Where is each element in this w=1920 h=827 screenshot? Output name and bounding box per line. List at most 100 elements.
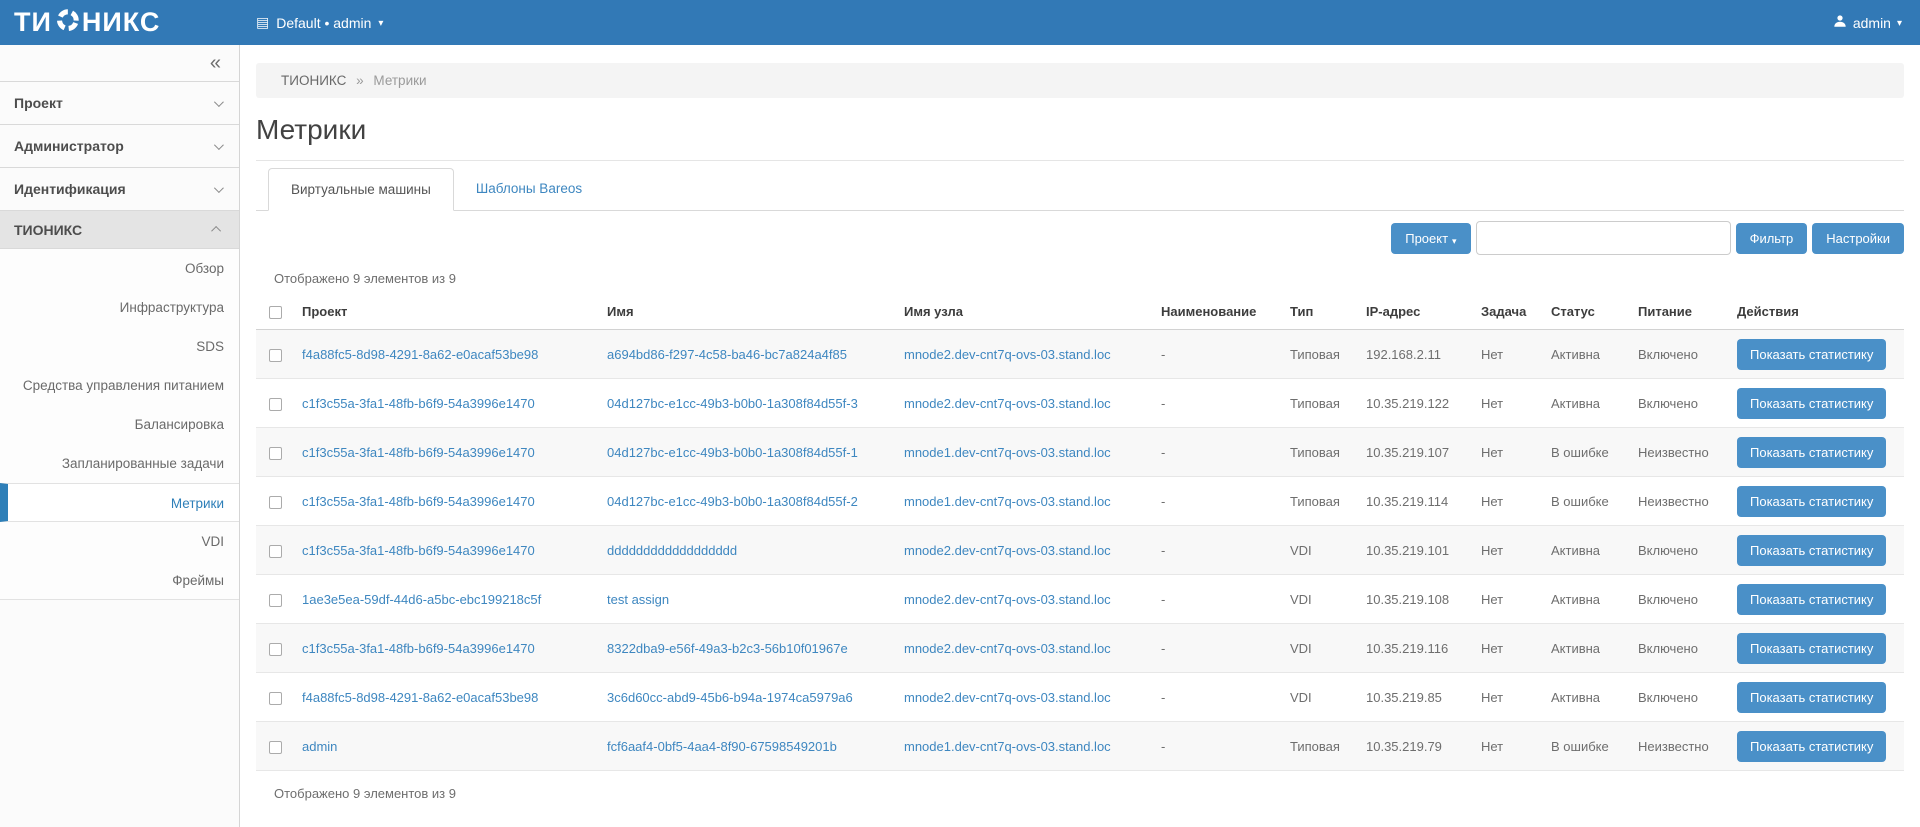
column-header-name[interactable]: Имя [599, 294, 896, 330]
project-context-switcher[interactable]: ▤ Default • admin ▾ [240, 14, 383, 31]
row-checkbox[interactable] [269, 447, 282, 460]
column-header-power[interactable]: Питание [1630, 294, 1729, 330]
naming-cell: - [1153, 477, 1282, 526]
table-row: c1f3c55a-3fa1-48fb-b6f9-54a3996e1470 832… [256, 624, 1904, 673]
sidebar-item-balancing[interactable]: Балансировка [0, 405, 239, 444]
column-header-task[interactable]: Задача [1473, 294, 1543, 330]
sidebar-item-vdi[interactable]: VDI [0, 522, 239, 561]
host-link[interactable]: mnode2.dev-cnt7q-ovs-03.stand.loc [904, 592, 1111, 607]
power-cell: Включено [1630, 526, 1729, 575]
vm-name-link[interactable]: 04d127bc-e1cc-49b3-b0b0-1a308f84d55f-1 [607, 445, 858, 460]
ip-cell: 10.35.219.107 [1358, 428, 1473, 477]
sidebar-item-overview[interactable]: Обзор [0, 249, 239, 288]
project-link[interactable]: f4a88fc5-8d98-4291-8a62-e0acaf53be98 [302, 690, 538, 705]
vm-name-link[interactable]: a694bd86-f297-4c58-ba46-bc7a824a4f85 [607, 347, 847, 362]
select-all-checkbox[interactable] [269, 306, 282, 319]
project-link[interactable]: c1f3c55a-3fa1-48fb-b6f9-54a3996e1470 [302, 396, 535, 411]
project-filter-dropdown[interactable]: Проект▾ [1391, 223, 1470, 254]
column-header-type[interactable]: Тип [1282, 294, 1358, 330]
host-link[interactable]: mnode2.dev-cnt7q-ovs-03.stand.loc [904, 347, 1111, 362]
vm-name-link[interactable]: dddddddddddddddddd [607, 543, 737, 558]
sidebar-item-power-management[interactable]: Средства управления питанием [0, 366, 239, 405]
chevron-down-icon: ▾ [1897, 18, 1902, 29]
logo-text-right: НИКС [82, 7, 161, 38]
column-header-ip[interactable]: IP-адрес [1358, 294, 1473, 330]
type-cell: VDI [1282, 575, 1358, 624]
row-checkbox[interactable] [269, 692, 282, 705]
items-count-top: Отображено 9 элементов из 9 [256, 271, 1904, 286]
host-link[interactable]: mnode1.dev-cnt7q-ovs-03.stand.loc [904, 445, 1111, 460]
show-statistics-button[interactable]: Показать статистику [1737, 535, 1886, 566]
sidebar-item-frames[interactable]: Фреймы [0, 561, 239, 600]
sidebar-item-infrastructure[interactable]: Инфраструктура [0, 288, 239, 327]
host-link[interactable]: mnode2.dev-cnt7q-ovs-03.stand.loc [904, 641, 1111, 656]
show-statistics-button[interactable]: Показать статистику [1737, 584, 1886, 615]
project-link[interactable]: c1f3c55a-3fa1-48fb-b6f9-54a3996e1470 [302, 445, 535, 460]
search-input[interactable] [1476, 221, 1731, 255]
power-cell: Неизвестно [1630, 477, 1729, 526]
vm-name-link[interactable]: fcf6aaf4-0bf5-4aa4-8f90-67598549201b [607, 739, 837, 754]
show-statistics-button[interactable]: Показать статистику [1737, 339, 1886, 370]
sidebar-collapse-button[interactable]: « [210, 53, 221, 73]
vm-name-link[interactable]: 04d127bc-e1cc-49b3-b0b0-1a308f84d55f-3 [607, 396, 858, 411]
sidebar-section-tionix[interactable]: ТИОНИКС [0, 211, 239, 249]
show-statistics-button[interactable]: Показать статистику [1737, 633, 1886, 664]
row-checkbox[interactable] [269, 496, 282, 509]
host-link[interactable]: mnode1.dev-cnt7q-ovs-03.stand.loc [904, 494, 1111, 509]
sidebar-item-scheduled-tasks[interactable]: Запланированные задачи [0, 444, 239, 483]
ip-cell: 10.35.219.101 [1358, 526, 1473, 575]
row-checkbox[interactable] [269, 398, 282, 411]
project-link[interactable]: f4a88fc5-8d98-4291-8a62-e0acaf53be98 [302, 347, 538, 362]
logo-text-left: ТИ [14, 7, 52, 38]
show-statistics-button[interactable]: Показать статистику [1737, 682, 1886, 713]
show-statistics-button[interactable]: Показать статистику [1737, 731, 1886, 762]
tab-virtual-machines[interactable]: Виртуальные машины [268, 168, 454, 211]
show-statistics-button[interactable]: Показать статистику [1737, 486, 1886, 517]
show-statistics-button[interactable]: Показать статистику [1737, 388, 1886, 419]
user-menu[interactable]: admin ▾ [1833, 14, 1920, 31]
user-icon [1833, 14, 1847, 31]
sidebar-item-metrics[interactable]: Метрики [0, 483, 239, 522]
host-link[interactable]: mnode2.dev-cnt7q-ovs-03.stand.loc [904, 543, 1111, 558]
vm-name-link[interactable]: 04d127bc-e1cc-49b3-b0b0-1a308f84d55f-2 [607, 494, 858, 509]
row-checkbox[interactable] [269, 643, 282, 656]
project-link[interactable]: 1ae3e5ea-59df-44d6-a5bc-ebc199218c5f [302, 592, 541, 607]
tab-bareos-templates[interactable]: Шаблоны Bareos [454, 168, 604, 211]
app-logo[interactable]: ТИ НИКС [0, 7, 240, 38]
breadcrumb-root-link[interactable]: ТИОНИКС [281, 73, 346, 88]
context-label: Default • admin [276, 15, 371, 31]
host-link[interactable]: mnode1.dev-cnt7q-ovs-03.stand.loc [904, 739, 1111, 754]
host-link[interactable]: mnode2.dev-cnt7q-ovs-03.stand.loc [904, 396, 1111, 411]
project-link[interactable]: c1f3c55a-3fa1-48fb-b6f9-54a3996e1470 [302, 494, 535, 509]
sidebar-item-sds[interactable]: SDS [0, 327, 239, 366]
vm-name-link[interactable]: test assign [607, 592, 669, 607]
row-checkbox[interactable] [269, 349, 282, 362]
column-header-status[interactable]: Статус [1543, 294, 1630, 330]
row-checkbox[interactable] [269, 594, 282, 607]
filter-button[interactable]: Фильтр [1736, 223, 1808, 254]
sidebar-section-admin[interactable]: Администратор [0, 125, 239, 168]
project-link[interactable]: admin [302, 739, 337, 754]
sidebar-tionix-submenu: Обзор Инфраструктура SDS Средства управл… [0, 249, 239, 600]
sidebar-section-identity[interactable]: Идентификация [0, 168, 239, 211]
settings-button[interactable]: Настройки [1812, 223, 1904, 254]
show-statistics-button[interactable]: Показать статистику [1737, 437, 1886, 468]
chevron-up-icon [211, 226, 221, 236]
chevron-down-icon [214, 183, 224, 193]
status-cell: В ошибке [1543, 722, 1630, 771]
chevron-down-icon: ▾ [1452, 236, 1457, 246]
sidebar-section-project[interactable]: Проект [0, 82, 239, 125]
top-header-bar: ТИ НИКС ▤ Default • admin ▾ admin ▾ [0, 0, 1920, 45]
type-cell: Типовая [1282, 379, 1358, 428]
vm-name-link[interactable]: 8322dba9-e56f-49a3-b2c3-56b10f01967e [607, 641, 848, 656]
column-header-project[interactable]: Проект [294, 294, 599, 330]
project-link[interactable]: c1f3c55a-3fa1-48fb-b6f9-54a3996e1470 [302, 543, 535, 558]
vm-name-link[interactable]: 3c6d60cc-abd9-45b6-b94a-1974ca5979a6 [607, 690, 853, 705]
host-link[interactable]: mnode2.dev-cnt7q-ovs-03.stand.loc [904, 690, 1111, 705]
column-header-naming[interactable]: Наименование [1153, 294, 1282, 330]
column-header-hostname[interactable]: Имя узла [896, 294, 1153, 330]
row-checkbox[interactable] [269, 741, 282, 754]
status-cell: Активна [1543, 379, 1630, 428]
row-checkbox[interactable] [269, 545, 282, 558]
project-link[interactable]: c1f3c55a-3fa1-48fb-b6f9-54a3996e1470 [302, 641, 535, 656]
